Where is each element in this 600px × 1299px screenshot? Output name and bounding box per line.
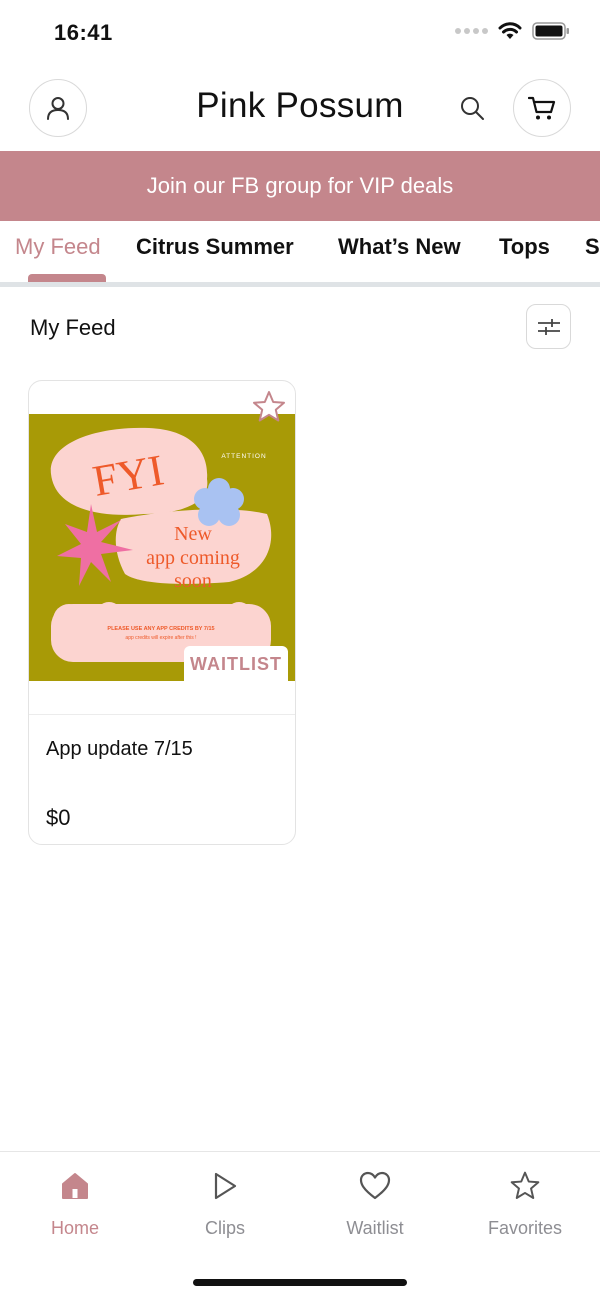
promo-text: Join our FB group for VIP deals xyxy=(146,173,454,198)
cart-icon xyxy=(528,96,556,120)
product-image[interactable]: ATTENTION FYI New app coming soon PLEASE… xyxy=(29,414,295,681)
brand-title: Pink Possum xyxy=(196,86,404,125)
app-header: Pink Possum xyxy=(0,66,600,152)
sliders-icon xyxy=(537,318,560,335)
nav-home[interactable]: Home xyxy=(15,1168,135,1248)
tab-whats-new[interactable]: What’s New xyxy=(338,234,461,260)
status-bar: 16:41 xyxy=(0,0,600,66)
image-line-1: New xyxy=(174,523,212,545)
product-card[interactable]: ATTENTION FYI New app coming soon PLEASE… xyxy=(28,380,296,845)
waitlist-badge[interactable]: WAITLIST xyxy=(184,646,288,682)
home-icon xyxy=(62,1173,88,1199)
image-attention-text: ATTENTION xyxy=(221,453,266,460)
search-button[interactable] xyxy=(456,92,488,124)
nav-waitlist[interactable]: Waitlist xyxy=(315,1168,435,1248)
tab-tops[interactable]: Tops xyxy=(499,234,550,260)
nav-waitlist-label: Waitlist xyxy=(346,1218,404,1238)
bottom-nav: Home Clips Waitlist Favorites xyxy=(0,1151,600,1299)
tab-next[interactable]: S xyxy=(585,234,600,260)
status-icons xyxy=(454,22,570,40)
tab-my-feed[interactable]: My Feed xyxy=(15,234,101,260)
section-title: My Feed xyxy=(30,315,116,340)
star-outline-icon xyxy=(253,391,285,422)
nav-home-label: Home xyxy=(50,1218,99,1238)
heart-icon xyxy=(359,1171,391,1200)
signal-icon xyxy=(455,28,488,34)
play-icon xyxy=(214,1172,237,1200)
star-icon xyxy=(510,1171,540,1199)
category-tabs: My Feed Citrus Summer What’s New Tops S xyxy=(0,221,600,287)
product-name[interactable]: App update 7/15 xyxy=(46,738,193,761)
nav-clips-label: Clips xyxy=(204,1218,245,1238)
home-indicator xyxy=(193,1279,407,1286)
cart-button[interactable] xyxy=(513,79,571,137)
battery-icon xyxy=(532,22,569,40)
nav-favorites-label: Favorites xyxy=(487,1218,563,1238)
search-icon xyxy=(461,97,484,120)
active-tab-indicator xyxy=(28,274,106,282)
nav-favorites[interactable]: Favorites xyxy=(465,1168,585,1248)
filter-button[interactable] xyxy=(526,304,571,349)
image-note-2: app credits will expire after this ! xyxy=(125,635,196,641)
nav-clips[interactable]: Clips xyxy=(165,1168,285,1248)
image-note-1: PLEASE USE ANY APP CREDITS BY 7/15 xyxy=(107,626,214,632)
tab-citrus-summer[interactable]: Citrus Summer xyxy=(136,234,294,260)
wifi-icon xyxy=(498,22,522,39)
product-price: $0 xyxy=(46,805,71,830)
favorite-button[interactable] xyxy=(251,389,287,425)
promo-banner[interactable]: Join our FB group for VIP deals xyxy=(0,151,600,221)
card-divider xyxy=(29,714,295,715)
image-line-3: soon xyxy=(174,570,212,592)
image-line-2: app coming xyxy=(146,547,240,569)
status-time: 16:41 xyxy=(54,20,113,45)
